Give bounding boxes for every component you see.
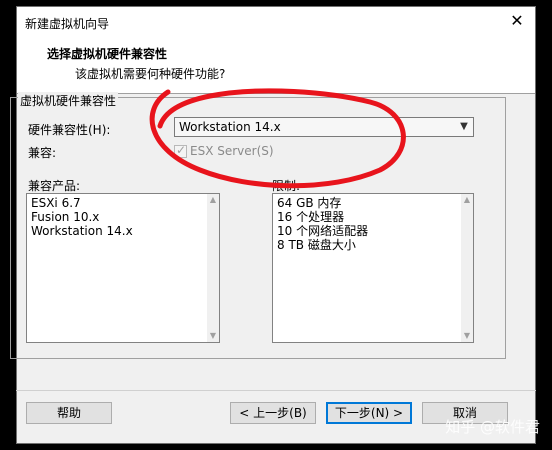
list-item: Fusion 10.x: [31, 210, 100, 224]
checkmark-icon: ✓: [176, 143, 187, 157]
list-item: 10 个网络适配器: [277, 224, 369, 238]
scroll-down-icon[interactable]: ▼: [461, 330, 473, 342]
scroll-up-icon[interactable]: ▲: [461, 194, 473, 206]
hardware-compat-label: 硬件兼容性(H):: [28, 123, 111, 137]
limits-scrollbar[interactable]: ▲ ▼: [461, 194, 473, 342]
help-button[interactable]: 帮助: [26, 402, 112, 424]
watermark: 知乎 @软件君: [445, 418, 540, 436]
group-legend: 虚拟机硬件兼容性: [18, 92, 119, 109]
scroll-down-icon[interactable]: ▼: [207, 330, 219, 342]
window-title: 新建虚拟机向导: [25, 17, 110, 31]
compat-products-list[interactable]: ESXi 6.7 Fusion 10.x Workstation 14.x ▲ ▼: [26, 193, 220, 343]
scroll-up-icon[interactable]: ▲: [207, 194, 219, 206]
chevron-down-icon[interactable]: ▼: [455, 118, 473, 136]
page-title: 选择虚拟机硬件兼容性: [47, 47, 168, 61]
page-subtitle: 该虚拟机需要何种硬件功能?: [75, 67, 226, 81]
hardware-compat-dropdown[interactable]: Workstation 14.x ▼: [174, 117, 474, 137]
limits-label: 限制:: [272, 179, 301, 193]
esx-server-checkbox[interactable]: ✓: [174, 143, 187, 158]
list-item: Workstation 14.x: [31, 224, 133, 238]
hardware-compat-value: Workstation 14.x: [179, 120, 281, 134]
limits-items: 64 GB 内存 16 个处理器 10 个网络适配器 8 TB 磁盘大小: [277, 196, 368, 252]
list-item: ESXi 6.7: [31, 196, 81, 210]
next-button[interactable]: 下一步(N) >: [326, 402, 412, 424]
compat-label: 兼容:: [28, 146, 57, 160]
back-button[interactable]: < 上一步(B): [230, 402, 316, 424]
list-item: 16 个处理器: [277, 210, 345, 224]
compat-products-label: 兼容产品:: [28, 179, 81, 193]
list-item: 8 TB 磁盘大小: [277, 238, 356, 252]
title-bar: 新建虚拟机向导 ✕: [17, 7, 535, 37]
products-items: ESXi 6.7 Fusion 10.x Workstation 14.x: [31, 196, 133, 238]
wizard-header: 选择虚拟机硬件兼容性 该虚拟机需要何种硬件功能?: [17, 37, 535, 94]
footer-divider: [16, 390, 536, 391]
close-icon[interactable]: ✕: [509, 13, 525, 29]
products-scrollbar[interactable]: ▲ ▼: [207, 194, 219, 342]
list-item: 64 GB 内存: [277, 196, 342, 210]
esx-server-label[interactable]: ESX Server(S): [190, 144, 274, 158]
limits-list[interactable]: 64 GB 内存 16 个处理器 10 个网络适配器 8 TB 磁盘大小 ▲ ▼: [272, 193, 474, 343]
